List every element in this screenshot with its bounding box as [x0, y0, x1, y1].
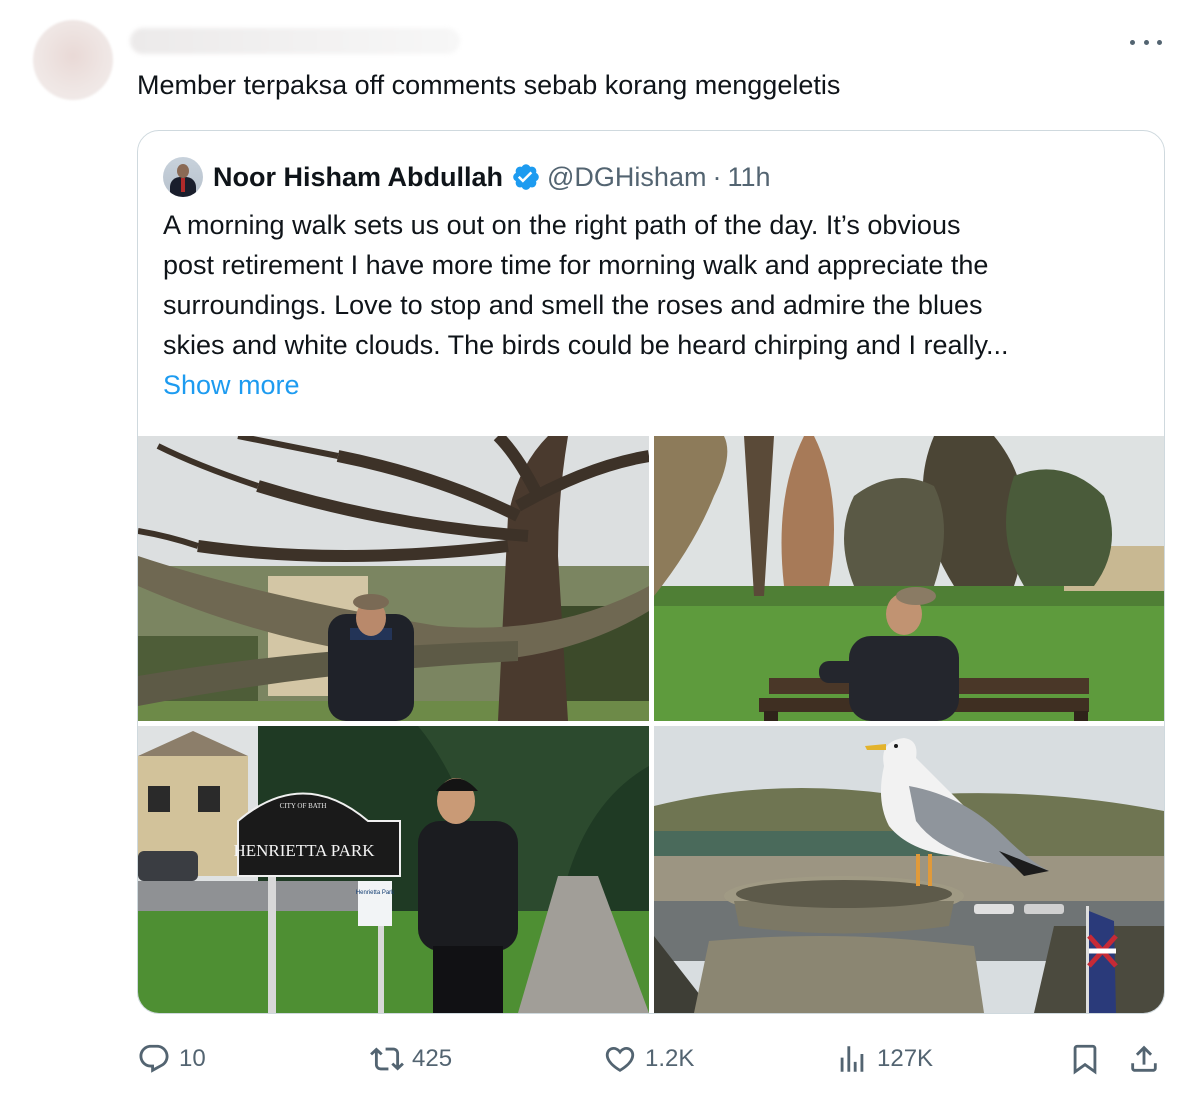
bookmark-icon — [1073, 1044, 1097, 1075]
photo-man-under-tree[interactable] — [138, 436, 649, 721]
tweet: Member terpaksa off comments sebab koran… — [0, 0, 1196, 1102]
views-button[interactable]: 127K — [835, 1036, 933, 1082]
author-avatar-blurred[interactable] — [33, 20, 113, 100]
photo-seagull-river[interactable] — [654, 726, 1164, 1013]
quoted-author-name[interactable]: Noor Hisham Abdullah — [213, 162, 503, 193]
reply-icon — [139, 1044, 169, 1073]
views-icon — [840, 1046, 864, 1072]
tweet-text: Member terpaksa off comments sebab koran… — [137, 70, 841, 100]
action-bar: 10 425 1.2K 127K — [0, 1036, 1196, 1082]
quoted-text-line: post retirement I have more time for mor… — [163, 250, 989, 280]
quoted-author-handle[interactable]: @DGHisham — [547, 162, 706, 193]
verified-badge-icon — [513, 164, 539, 190]
like-icon — [605, 1046, 635, 1072]
quoted-timestamp[interactable]: 11h — [727, 162, 770, 193]
sign-arc-text: CITY OF BATH — [280, 802, 327, 810]
quoted-tweet-header: Noor Hisham Abdullah @DGHisham · 11h — [163, 157, 771, 197]
bookmark-button[interactable] — [1068, 1036, 1110, 1082]
repost-button[interactable]: 425 — [370, 1036, 452, 1082]
quoted-text-line: surroundings. Love to stop and smell the… — [163, 290, 983, 320]
small-sign-text: Henrietta Park — [356, 890, 395, 896]
views-count: 127K — [877, 1045, 934, 1072]
photo-man-on-bench[interactable] — [654, 436, 1164, 721]
like-count: 1.2K — [645, 1045, 695, 1072]
show-more-link[interactable]: Show more — [163, 365, 300, 405]
share-icon — [1131, 1045, 1157, 1072]
reply-count: 10 — [179, 1045, 206, 1072]
quoted-text-line: skies and white clouds. The birds could … — [163, 330, 1009, 360]
repost-count: 425 — [412, 1045, 453, 1072]
quoted-tweet[interactable]: Noor Hisham Abdullah @DGHisham · 11h A m… — [137, 130, 1165, 1014]
separator-dot: · — [712, 161, 722, 192]
repost-icon — [370, 1047, 404, 1071]
photo-henrietta-park-sign[interactable]: Henrietta Park CITY OF BATH HENRIETTA PA… — [138, 726, 649, 1013]
share-button[interactable] — [1127, 1036, 1169, 1082]
author-name-blurred[interactable] — [130, 28, 460, 54]
like-button[interactable]: 1.2K — [603, 1036, 694, 1082]
reply-button[interactable]: 10 — [137, 1036, 206, 1082]
quoted-author-avatar[interactable] — [163, 157, 203, 197]
more-options-icon[interactable] — [1128, 30, 1164, 54]
sign-main-text: HENRIETTA PARK — [233, 841, 375, 860]
quoted-text-line: A morning walk sets us out on the right … — [163, 210, 961, 240]
quoted-tweet-text: A morning walk sets us out on the right … — [163, 205, 1148, 365]
